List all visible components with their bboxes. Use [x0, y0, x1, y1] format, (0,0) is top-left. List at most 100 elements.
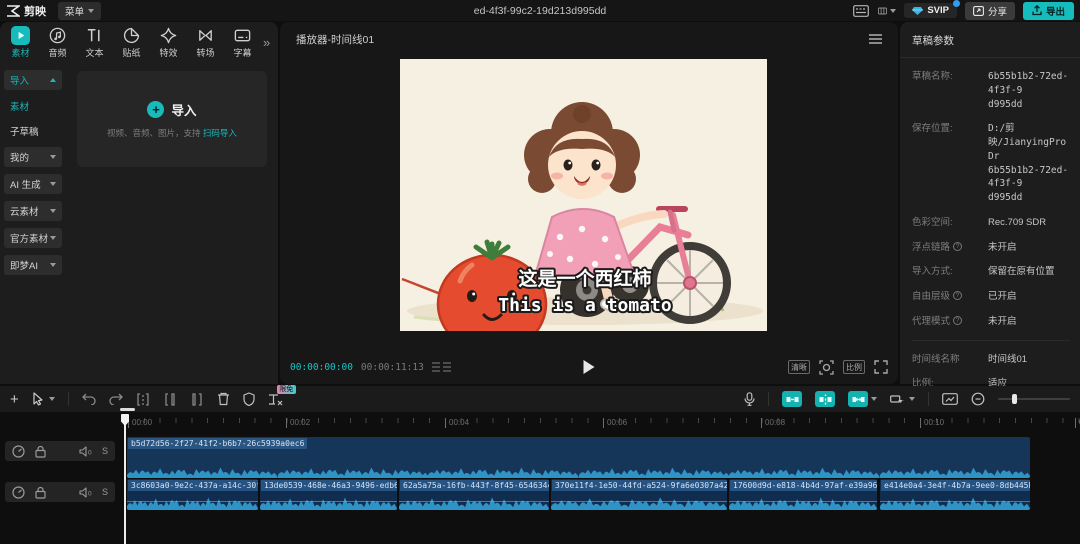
preview-quality-icon[interactable]: [942, 393, 958, 405]
sidebar-item-material[interactable]: 素材: [4, 97, 62, 115]
gem-icon: [912, 6, 923, 16]
video-clip-waveform: [127, 463, 1030, 478]
tab-transition[interactable]: 转场: [187, 26, 224, 59]
timeline-ruler[interactable]: 00:00 00:02 00:04 00:06 00:08 00:10 00:1…: [120, 414, 1080, 434]
clip-label: 62a5a75a-16fb-443f-8f45-654634c997f7: [400, 480, 549, 491]
delete-button[interactable]: [217, 392, 230, 406]
sidebar-item-cloud-material[interactable]: 云素材: [4, 201, 62, 221]
undo-button[interactable]: [82, 393, 96, 405]
track-tool-dropdown[interactable]: [890, 393, 915, 406]
param-label: 草稿名称:: [912, 70, 953, 84]
scan-import-link[interactable]: 扫码导入: [203, 128, 237, 138]
param-value[interactable]: 未开启: [988, 241, 1017, 255]
audio-clip[interactable]: e414e0a4-3e4f-4b7a-9ee0-8db445bff321: [880, 479, 1030, 510]
import-hint-text: 视频、音频、图片，支持: [107, 128, 203, 138]
param-value[interactable]: 时间线01: [988, 353, 1027, 367]
fullscreen-icon[interactable]: [874, 360, 888, 374]
tab-text[interactable]: 文本: [76, 26, 113, 59]
share-icon: [973, 6, 984, 16]
player-controls: 00:00:00:00 00:00:11:13 清晰 比例: [290, 356, 888, 378]
layout-panels-icon[interactable]: [878, 4, 896, 18]
mirror-shield-button[interactable]: [243, 392, 255, 406]
audio-waveform: [127, 492, 258, 510]
quality-button[interactable]: 清晰: [788, 360, 810, 374]
audio-clip[interactable]: 3c8603a0-9e2c-437a-a14c-30fab5ec: [127, 479, 258, 510]
preview-axis-toggle[interactable]: [848, 391, 877, 407]
param-value[interactable]: 未开启: [988, 315, 1017, 329]
solo-icon[interactable]: S: [102, 446, 108, 456]
info-icon[interactable]: ?: [953, 242, 962, 251]
sidebar-item-label: 即梦AI: [10, 258, 38, 272]
player-menu-icon[interactable]: [869, 34, 882, 44]
audio-clip[interactable]: 13de0539-468e-46a3-9496-edb6ebe: [260, 479, 397, 510]
export-button[interactable]: 导出: [1023, 2, 1074, 20]
draft-params-title: 草稿参数: [900, 22, 1080, 58]
tab-caption[interactable]: 字幕: [224, 26, 261, 59]
sidebar-item-mine[interactable]: 我的: [4, 147, 62, 167]
redo-button[interactable]: [109, 393, 123, 405]
zoom-slider-handle[interactable]: [1012, 394, 1017, 404]
param-value[interactable]: 保留在原有位置: [988, 265, 1055, 279]
sidebar-item-label: 我的: [10, 150, 29, 164]
import-dropzone[interactable]: + 导入 视频、音频、图片，支持 扫码导入: [77, 71, 267, 167]
video-preview[interactable]: 这是一个西红柿 This is a tomato: [400, 59, 767, 331]
trim-left-button[interactable]: [163, 393, 177, 406]
lock-icon[interactable]: [35, 445, 46, 458]
share-button[interactable]: 分享: [965, 2, 1015, 20]
auto-snap-toggle[interactable]: [782, 391, 802, 407]
chevron-down-icon: [909, 397, 915, 401]
media-play-icon: [11, 26, 30, 45]
timeline-scroll-thumb[interactable]: [120, 408, 135, 411]
text-clear-button[interactable]: 限免: [268, 393, 283, 406]
sidebar-item-import[interactable]: 导入: [4, 70, 62, 90]
param-value[interactable]: 已开启: [988, 290, 1017, 304]
speed-gauge-icon[interactable]: [12, 486, 25, 499]
subtitle-english: This is a tomato: [498, 295, 671, 316]
menu-button[interactable]: 菜单: [58, 2, 101, 20]
chevron-down-icon: [88, 9, 94, 13]
play-button[interactable]: [584, 360, 595, 374]
more-tabs-chevron[interactable]: »: [263, 35, 270, 50]
solo-icon[interactable]: S: [102, 487, 108, 497]
speed-gauge-icon[interactable]: [12, 445, 25, 458]
tab-label: 音频: [48, 46, 66, 59]
split-clip-button[interactable]: [136, 393, 150, 406]
svip-button[interactable]: SVIP: [904, 3, 957, 18]
focus-preview-icon[interactable]: [819, 360, 834, 375]
param-value[interactable]: Rec.709 SDR: [988, 216, 1046, 230]
info-icon[interactable]: ?: [953, 291, 962, 300]
trim-right-button[interactable]: [190, 393, 204, 406]
tab-label: 特效: [159, 46, 177, 59]
track-header-column: 0 S 0 S: [0, 434, 120, 544]
clip-label: b5d72d56-2f27-41f2-b6b7-26c5939a0ec6: [128, 438, 307, 449]
tab-media[interactable]: 素材: [2, 26, 39, 59]
audio-clip[interactable]: 17600d9d-e818-4b4d-97af-e39a96f093d: [729, 479, 877, 510]
mute-icon[interactable]: 0: [79, 446, 93, 457]
sidebar-item-subdraft[interactable]: 子草稿: [4, 122, 62, 140]
linkage-toggle[interactable]: [815, 391, 835, 407]
sidebar-item-ai-generate[interactable]: AI 生成: [4, 174, 62, 194]
video-clip[interactable]: b5d72d56-2f27-41f2-b6b7-26c5939a0ec6: [127, 437, 1030, 478]
sidebar-item-dreamina-ai[interactable]: 即梦AI: [4, 255, 62, 275]
info-icon[interactable]: ?: [953, 316, 962, 325]
sidebar-item-label: AI 生成: [10, 177, 41, 191]
playhead-line[interactable]: [124, 414, 126, 544]
record-voiceover-button[interactable]: [744, 392, 755, 406]
timeline-zoom-slider[interactable]: [998, 398, 1070, 400]
shortcut-keyboard-icon[interactable]: [852, 4, 870, 18]
tab-effects[interactable]: 特效: [150, 26, 187, 59]
tab-audio[interactable]: 音频: [39, 26, 76, 59]
audio-clip[interactable]: 62a5a75a-16fb-443f-8f45-654634c997f7: [399, 479, 549, 510]
mute-icon[interactable]: 0: [79, 487, 93, 498]
chevron-down-icon: [871, 397, 877, 401]
ratio-button[interactable]: 比例: [843, 360, 865, 374]
frame-list-icon[interactable]: [432, 362, 451, 372]
param-label: 浮点链路: [912, 241, 950, 255]
sidebar-item-official-material[interactable]: 官方素材: [4, 228, 62, 248]
select-tool-button[interactable]: [32, 392, 55, 406]
audio-clip[interactable]: 370e11f4-1e50-44fd-a524-9fa6e0307a42: [551, 479, 727, 510]
tab-sticker[interactable]: 贴纸: [113, 26, 150, 59]
lock-icon[interactable]: [35, 486, 46, 499]
add-track-button[interactable]: +: [10, 391, 19, 408]
zoom-out-button[interactable]: [971, 392, 985, 406]
